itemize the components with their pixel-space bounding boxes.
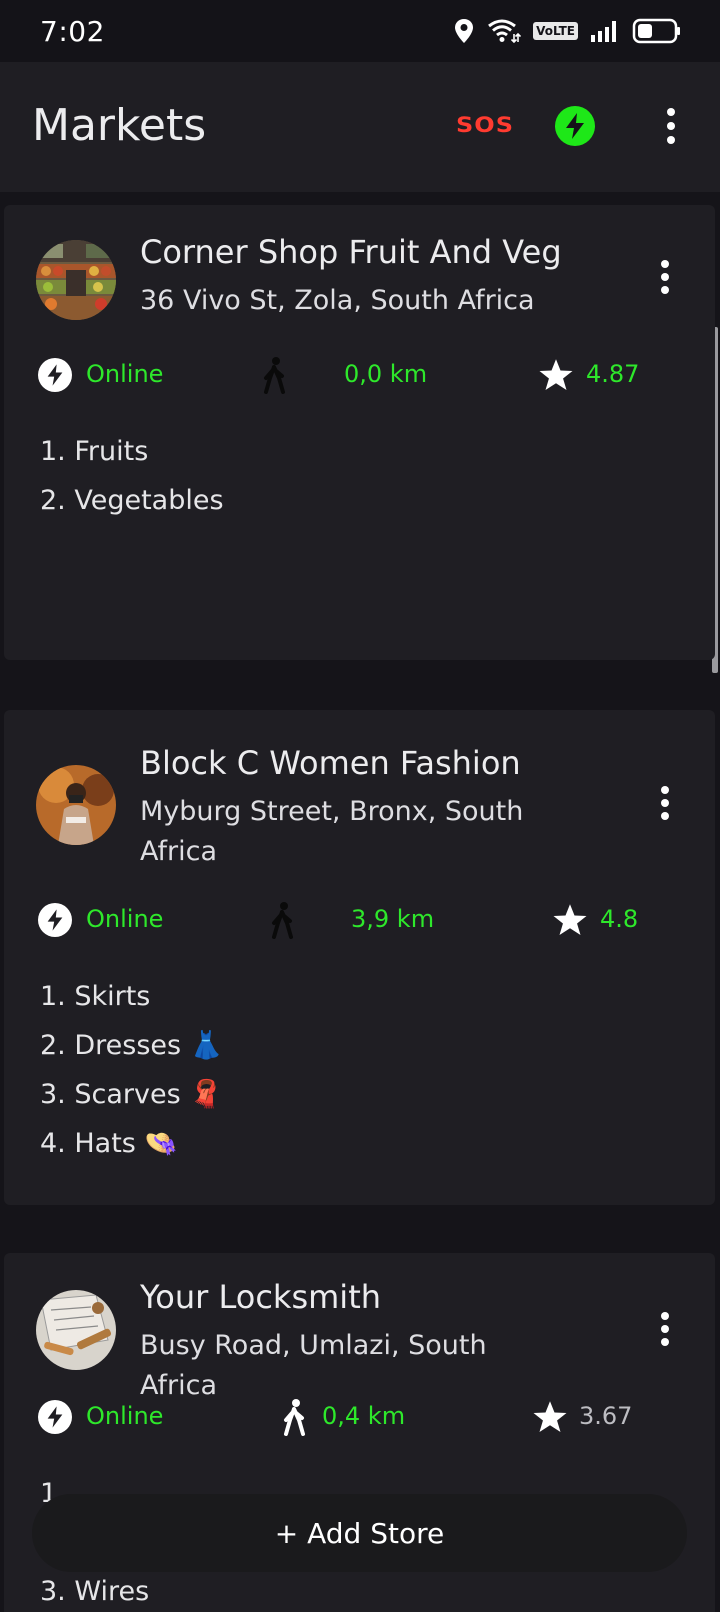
list-item: 4. Hats 👒 (40, 1128, 179, 1159)
store-avatar (36, 240, 116, 320)
distance: 0,4 km (322, 1402, 406, 1430)
store-item-list: 1. Fruits 2. Vegetables (40, 427, 224, 525)
kebab-dot (661, 812, 669, 820)
star-icon (533, 1401, 567, 1432)
online-status: Online (86, 905, 164, 933)
location-icon (455, 19, 474, 43)
store-stats: Online 3,9 km 4.8 (4, 900, 715, 940)
store-stats: Online 0,4 km 3.67 (4, 1397, 715, 1437)
star-icon (539, 359, 573, 390)
rating: 3.67 (579, 1402, 633, 1430)
walking-icon (264, 357, 285, 394)
store-name: Block C Women Fashion (140, 744, 521, 782)
overflow-menu-button[interactable] (656, 106, 686, 146)
kebab-dot (661, 799, 669, 807)
online-status: Online (86, 1402, 164, 1430)
list-item: 3. Wires (40, 1576, 150, 1607)
list-item: 2. Dresses 👗 (40, 1030, 224, 1061)
page-title: Markets (32, 100, 207, 151)
store-stats: Online 0,0 km 4.87 (4, 355, 715, 395)
list-item: 1. Skirts (40, 981, 151, 1012)
rating: 4.87 (586, 360, 640, 388)
store-address: Busy Road, Umlazi, South Africa (140, 1330, 487, 1401)
status-time: 7:02 (40, 14, 105, 48)
walking-icon (272, 902, 293, 939)
store-address: Myburg Street, Bronx, South Africa (140, 796, 524, 867)
distance: 0,0 km (344, 360, 428, 388)
online-status-icon (38, 903, 72, 937)
list-item: 3. Scarves 🧣 (40, 1079, 223, 1110)
walking-icon (284, 1399, 305, 1436)
store-name: Corner Shop Fruit And Veg (140, 233, 562, 271)
volte-badge: VoLTE (533, 22, 578, 40)
store-menu-button[interactable] (654, 783, 676, 823)
kebab-dot (661, 1312, 669, 1320)
store-name: Your Locksmith (140, 1278, 382, 1316)
list-item: 2. Vegetables (40, 485, 224, 516)
kebab-dot (661, 260, 669, 268)
kebab-dot (667, 122, 675, 130)
online-status-icon (38, 1400, 72, 1434)
kebab-dot (661, 1338, 669, 1346)
store-menu-button[interactable] (654, 1309, 676, 1349)
signal-icon (591, 21, 616, 42)
store-menu-button[interactable] (654, 257, 676, 297)
sos-button[interactable]: SOS (456, 112, 514, 137)
status-bar: 7:02 VoLTE (0, 0, 720, 62)
store-avatar (36, 765, 116, 845)
store-avatar (36, 1290, 116, 1370)
list-item: 1. Fruits (40, 436, 149, 467)
store-address: 36 Vivo St, Zola, South Africa (140, 285, 535, 316)
status-icons: VoLTE (453, 18, 682, 44)
online-status-icon (38, 358, 72, 392)
kebab-dot (661, 273, 669, 281)
kebab-dot (667, 136, 675, 144)
add-store-button[interactable]: + Add Store (32, 1494, 687, 1572)
kebab-dot (661, 286, 669, 294)
battery-icon (632, 18, 680, 44)
kebab-dot (661, 786, 669, 794)
rating: 4.8 (600, 905, 639, 933)
wifi-icon (488, 19, 522, 44)
store-card[interactable]: Block C Women Fashion Myburg Street, Bro… (4, 710, 715, 1205)
power-toggle-button[interactable] (555, 106, 595, 146)
star-icon (553, 904, 587, 935)
kebab-dot (661, 1325, 669, 1333)
store-item-list: 1. Skirts 2. Dresses 👗 3. Scarves 🧣 4. H… (40, 972, 223, 1168)
distance: 3,9 km (351, 905, 435, 933)
kebab-dot (667, 108, 675, 116)
app-bar: Markets SOS (0, 62, 720, 192)
store-card[interactable]: Corner Shop Fruit And Veg 36 Vivo St, Zo… (4, 205, 715, 660)
bolt-icon (566, 113, 584, 139)
online-status: Online (86, 360, 164, 388)
